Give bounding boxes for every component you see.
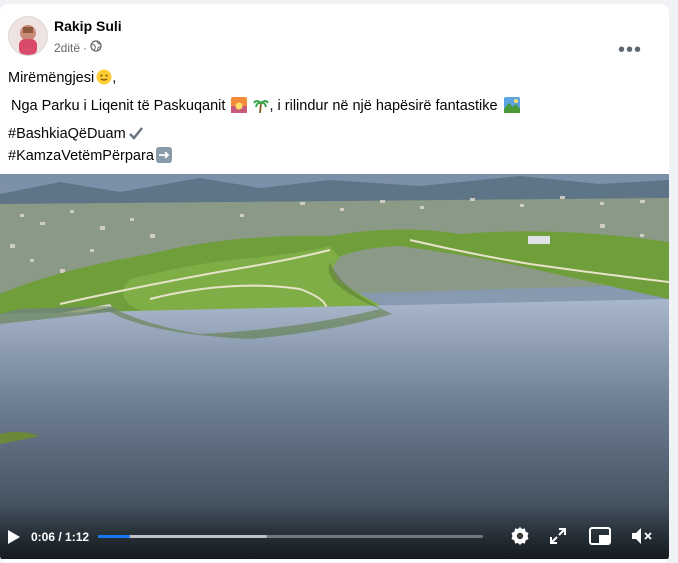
meta-separator: · bbox=[83, 40, 88, 55]
post-card: Rakip Suli 2ditë · ••• Mirëmëngjesi, Nga… bbox=[0, 4, 669, 563]
hashtag-link[interactable]: #BashkiaQëDuam bbox=[8, 126, 126, 142]
settings-icon bbox=[511, 527, 529, 545]
description-line: Nga Parku i Liqenit të Paskuqanit , i ri… bbox=[8, 96, 658, 124]
post-text: Mirëmëngjesi, Nga Parku i Liqenit të Pas… bbox=[8, 68, 658, 168]
author-name[interactable]: Rakip Suli bbox=[54, 18, 122, 34]
sunset-emoji-icon bbox=[231, 97, 248, 113]
miniplayer-icon bbox=[589, 527, 611, 545]
check-mark-icon bbox=[128, 127, 143, 140]
more-options-button[interactable]: ••• bbox=[612, 32, 648, 68]
post-header: Rakip Suli 2ditë · ••• bbox=[8, 16, 658, 60]
hashtag-line-1: #BashkiaQëDuam bbox=[8, 124, 658, 146]
fullscreen-button[interactable] bbox=[547, 525, 569, 547]
globe-icon bbox=[90, 40, 102, 55]
fullscreen-icon bbox=[550, 528, 566, 544]
video-frame bbox=[0, 174, 669, 559]
progress-fill bbox=[98, 535, 130, 538]
landscape-emoji-icon bbox=[503, 97, 520, 113]
hashtag-line-2: #KamzaVetëmPërpara bbox=[8, 146, 658, 168]
more-dots-icon: ••• bbox=[617, 39, 642, 61]
palm-tree-emoji-icon bbox=[253, 100, 270, 113]
right-arrow-emoji-icon bbox=[155, 147, 172, 163]
video-controls: 0:06 / 1:12 bbox=[0, 513, 669, 559]
hashtag-link[interactable]: #KamzaVetëmPërpara bbox=[8, 148, 154, 164]
play-button[interactable] bbox=[4, 527, 24, 547]
progress-bar[interactable] bbox=[98, 535, 483, 538]
video-player[interactable]: 0:06 / 1:12 bbox=[0, 174, 669, 559]
mute-button[interactable] bbox=[630, 525, 656, 547]
greeting-line: Mirëmëngjesi, bbox=[8, 69, 117, 86]
post-time[interactable]: 2ditë bbox=[54, 41, 80, 55]
time-label: 0:06 / 1:12 bbox=[31, 530, 90, 544]
avatar[interactable] bbox=[8, 16, 48, 56]
miniplayer-button[interactable] bbox=[588, 525, 612, 547]
smile-emoji-icon bbox=[96, 69, 112, 85]
mute-icon bbox=[632, 528, 652, 544]
post-meta: 2ditë · bbox=[54, 40, 102, 55]
settings-button[interactable] bbox=[509, 525, 531, 547]
play-icon bbox=[8, 530, 20, 544]
